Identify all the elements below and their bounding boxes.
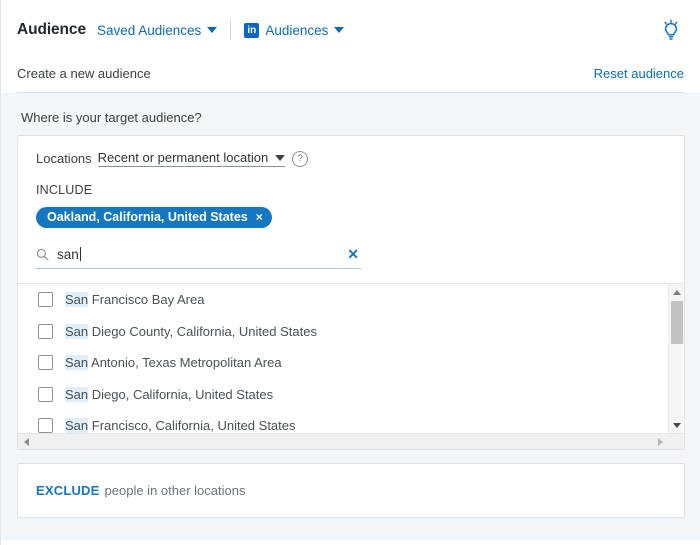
location-type-value: Recent or permanent location xyxy=(97,150,269,165)
checkbox[interactable] xyxy=(38,418,53,433)
question-mark-icon[interactable]: ? xyxy=(292,150,309,167)
label-rest: Francisco Bay Area xyxy=(88,292,205,308)
page-title: Audience xyxy=(17,21,86,38)
saved-audiences-dropdown[interactable]: Saved Audiences xyxy=(96,22,218,38)
audience-panel: Audience Saved Audiences in Audiences Cr… xyxy=(0,0,700,545)
list-item[interactable]: San Diego County, California, United Sta… xyxy=(18,316,668,348)
search-icon xyxy=(36,248,49,261)
scroll-right-arrow-icon[interactable] xyxy=(652,434,668,449)
audiences-label: Audiences xyxy=(265,22,329,38)
list-item-label: San Francisco Bay Area xyxy=(65,292,205,308)
location-suggestions-dropdown: San Francisco Bay Area San Diego County,… xyxy=(18,283,684,449)
audiences-dropdown[interactable]: in Audiences xyxy=(244,22,345,38)
label-rest: Francisco, California, United States xyxy=(88,418,296,433)
search-input[interactable]: san xyxy=(57,247,347,262)
close-icon[interactable]: × xyxy=(256,210,263,224)
chevron-down-icon xyxy=(334,27,345,33)
scroll-down-arrow-icon[interactable] xyxy=(669,417,684,433)
location-type-select[interactable]: Recent or permanent location xyxy=(97,150,286,167)
header-top-row: Audience Saved Audiences in Audiences xyxy=(17,0,684,56)
location-search-row[interactable]: san ✕ xyxy=(36,246,361,269)
panel-body: Where is your target audience? Locations… xyxy=(1,93,700,540)
label-rest: Diego, California, United States xyxy=(88,386,274,402)
exclude-description: people in other locations xyxy=(104,483,246,498)
included-location-label: Oakland, California, United States xyxy=(47,210,248,224)
list-item[interactable]: San Francisco Bay Area xyxy=(18,284,668,316)
clear-search-icon[interactable]: ✕ xyxy=(347,246,361,263)
list-item-label: San Diego, California, United States xyxy=(65,386,274,402)
vertical-scrollbar-thumb[interactable] xyxy=(671,301,683,344)
exclude-link[interactable]: EXCLUDE xyxy=(36,483,100,498)
horizontal-scrollbar[interactable] xyxy=(18,433,684,449)
match-highlight: San xyxy=(65,292,89,308)
header-sub-row: Create a new audience Reset audience xyxy=(17,56,684,93)
label-rest: Diego County, California, United States xyxy=(88,323,317,339)
create-audience-label: Create a new audience xyxy=(17,65,151,81)
scrollbar-corner xyxy=(668,434,684,449)
chevron-down-icon xyxy=(275,154,286,161)
text-cursor xyxy=(79,247,81,261)
checkbox[interactable] xyxy=(38,292,53,308)
scroll-left-arrow-icon[interactable] xyxy=(18,434,34,449)
checkbox[interactable] xyxy=(38,323,53,339)
chevron-down-icon xyxy=(207,27,218,33)
match-highlight: San xyxy=(65,355,89,371)
locations-card: Locations Recent or permanent location ?… xyxy=(17,135,685,450)
list-item-label: San Antonio, Texas Metropolitan Area xyxy=(65,355,282,371)
linkedin-logo-icon: in xyxy=(244,22,260,38)
list-item-label: San Diego County, California, United Sta… xyxy=(65,323,317,339)
list-item[interactable]: San Antonio, Texas Metropolitan Area xyxy=(18,347,668,379)
suggestions-scroll-area: San Francisco Bay Area San Diego County,… xyxy=(18,284,668,433)
scroll-up-arrow-icon[interactable] xyxy=(669,284,684,300)
list-item[interactable]: San Diego, California, United States xyxy=(18,379,668,411)
saved-audiences-label: Saved Audiences xyxy=(96,22,202,38)
list-item[interactable]: San Francisco, California, United States xyxy=(18,410,668,433)
match-highlight: San xyxy=(65,323,89,339)
lightbulb-icon[interactable] xyxy=(658,17,684,43)
checkbox[interactable] xyxy=(38,386,53,402)
vertical-scrollbar[interactable] xyxy=(668,284,684,433)
include-label: INCLUDE xyxy=(36,183,93,197)
target-audience-question: Where is your target audience? xyxy=(21,110,202,125)
exclude-card[interactable]: EXCLUDE people in other locations xyxy=(17,463,685,518)
reset-audience-button[interactable]: Reset audience xyxy=(594,66,684,81)
locations-card-top: Locations Recent or permanent location ?… xyxy=(18,136,684,269)
search-input-value: san xyxy=(57,247,79,262)
included-location-pill[interactable]: Oakland, California, United States × xyxy=(36,207,272,228)
match-highlight: San xyxy=(65,386,89,402)
checkbox[interactable] xyxy=(38,355,53,371)
locations-label: Locations xyxy=(36,151,92,166)
panel-header: Audience Saved Audiences in Audiences Cr… xyxy=(1,0,700,93)
list-item-label: San Francisco, California, United States xyxy=(65,418,296,433)
match-highlight: San xyxy=(65,418,89,433)
locations-row: Locations Recent or permanent location ? xyxy=(36,150,666,167)
included-locations-list: Oakland, California, United States × xyxy=(36,207,666,228)
label-rest: Antonio, Texas Metropolitan Area xyxy=(88,355,282,371)
header-divider xyxy=(230,20,232,40)
